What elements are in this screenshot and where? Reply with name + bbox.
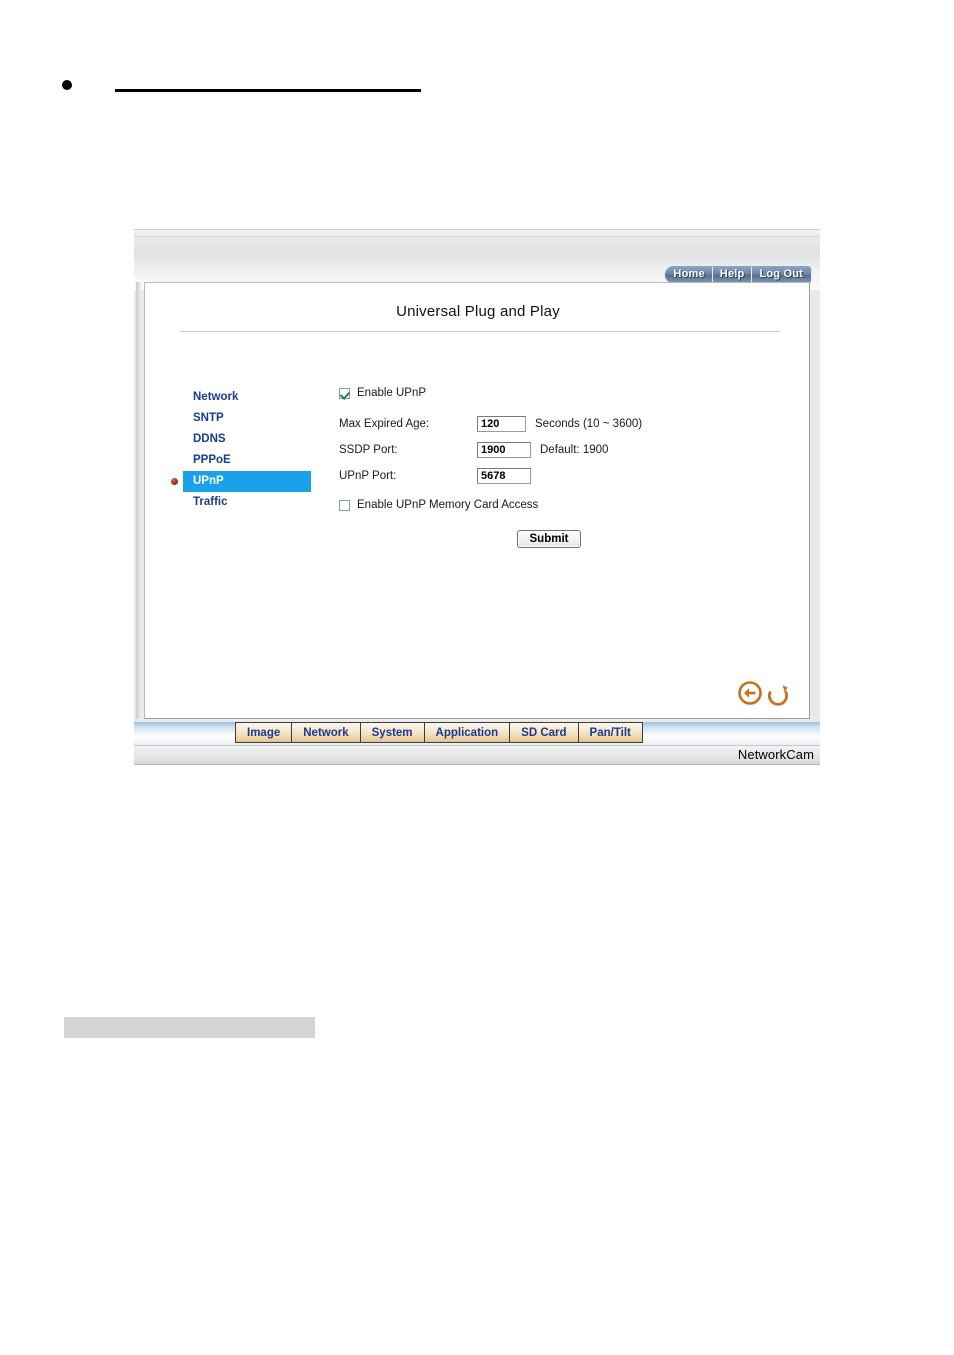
redacted-gray-block	[64, 1017, 315, 1038]
sidebar-item-upnp-label: UPnP	[193, 475, 224, 487]
sidebar-item-network[interactable]: Network	[183, 387, 333, 408]
page-title: Universal Plug and Play	[396, 303, 560, 320]
tab-application[interactable]: Application	[423, 722, 510, 743]
enable-upnp-label: Enable UPnP	[357, 387, 427, 399]
nav-separator	[751, 267, 753, 282]
camera-ui-screenshot: Home Help Log Out Universal Plug and Pla…	[134, 229, 820, 765]
upnp-port-row: UPnP Port:	[339, 463, 759, 489]
upnp-form: Enable UPnP Max Expired Age: Seconds (10…	[339, 383, 759, 523]
ssdp-port-hint: Default: 1900	[540, 444, 609, 456]
panel-left-edge	[136, 282, 141, 719]
max-expired-age-hint: Seconds (10 ~ 3600)	[535, 418, 643, 430]
upnp-port-label: UPnP Port:	[339, 470, 397, 482]
camera-ui-topbar: Home Help Log Out	[134, 229, 820, 290]
enable-memory-card-access-label: Enable UPnP Memory Card Access	[357, 499, 539, 511]
max-expired-age-label: Max Expired Age:	[339, 418, 430, 430]
enable-upnp-checkbox[interactable]	[339, 387, 350, 399]
sidebar-item-sntp[interactable]: SNTP	[183, 408, 333, 429]
sidebar-item-traffic[interactable]: Traffic	[183, 492, 333, 513]
help-button[interactable]: Help	[713, 266, 752, 283]
max-expired-age-row: Max Expired Age: Seconds (10 ~ 3600)	[339, 411, 759, 437]
enable-memory-card-access-row: Enable UPnP Memory Card Access	[339, 495, 759, 515]
brand-label: NetworkCam	[737, 747, 814, 762]
document-heading	[62, 72, 462, 102]
ssdp-port-input[interactable]	[477, 442, 531, 458]
back-arrow-circle-icon[interactable]	[737, 680, 763, 706]
settings-sidebar: Network SNTP DDNS PPPoE UPnP Traffic	[171, 387, 333, 513]
upnp-port-input[interactable]	[477, 468, 531, 484]
footer-bar: NetworkCam	[134, 745, 820, 765]
ssdp-port-row: SSDP Port: Default: 1900	[339, 437, 759, 463]
bullet-dot-icon	[62, 80, 72, 90]
sidebar-item-upnp[interactable]: UPnP	[171, 471, 311, 492]
nav-separator	[711, 267, 713, 282]
bottom-tab-bar: Image Network System Application SD Card…	[134, 722, 820, 745]
logout-button[interactable]: Log Out	[752, 266, 810, 283]
corner-icon-group	[737, 680, 791, 706]
enable-upnp-row: Enable UPnP	[339, 383, 759, 403]
submit-button[interactable]: Submit	[516, 530, 582, 548]
red-dot-icon	[171, 478, 178, 485]
tab-image[interactable]: Image	[235, 722, 292, 743]
title-divider	[180, 331, 780, 332]
submit-row: Submit	[339, 529, 759, 548]
settings-panel: Universal Plug and Play Network SNTP DDN…	[144, 282, 810, 719]
max-expired-age-input[interactable]	[477, 416, 526, 432]
redacted-heading-rule	[115, 89, 421, 92]
tab-sd-card[interactable]: SD Card	[509, 722, 578, 743]
sidebar-item-ddns[interactable]: DDNS	[183, 429, 333, 450]
enable-memory-card-access-checkbox[interactable]	[339, 499, 350, 511]
ssdp-port-label: SSDP Port:	[339, 444, 398, 456]
tab-network[interactable]: Network	[291, 722, 360, 743]
home-button[interactable]: Home	[666, 266, 711, 283]
reload-arrow-icon[interactable]	[765, 680, 791, 706]
tab-system[interactable]: System	[359, 722, 424, 743]
sidebar-item-pppoe[interactable]: PPPoE	[183, 450, 333, 471]
tab-pan-tilt[interactable]: Pan/Tilt	[577, 722, 643, 743]
top-nav-pill: Home Help Log Out	[665, 266, 811, 283]
